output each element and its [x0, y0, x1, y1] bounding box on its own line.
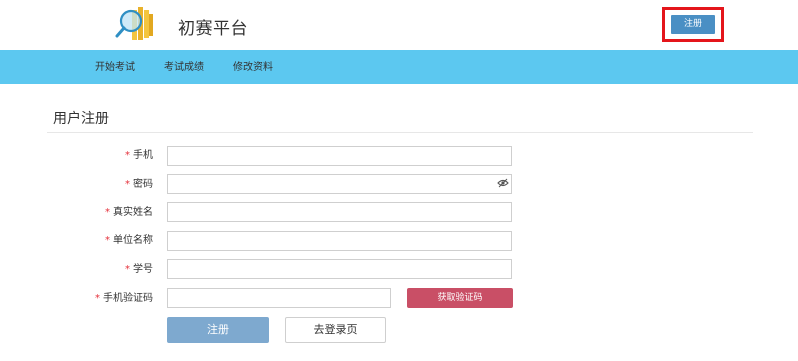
submit-register-button[interactable]: 注册	[167, 317, 269, 343]
register-top-button[interactable]: 注册	[671, 15, 715, 34]
organization-label-text: 单位名称	[113, 235, 153, 246]
required-mark: *	[125, 179, 130, 190]
phone-field[interactable]	[167, 146, 512, 166]
student-id-label: * 学号	[47, 263, 153, 277]
section-divider	[47, 132, 753, 133]
required-mark: *	[95, 293, 100, 304]
phone-label-text: 手机	[133, 150, 153, 161]
nav-item-edit-profile[interactable]: 修改资料	[233, 50, 273, 84]
phone-label: * 手机	[47, 149, 153, 163]
go-login-button[interactable]: 去登录页	[285, 317, 386, 343]
organization-label: * 单位名称	[47, 234, 153, 248]
registration-page: 初赛平台 注册 开始考试 考试成绩 修改资料 用户注册 * 手机 * 密码 * 真实姓…	[0, 0, 798, 361]
header-bar: 初赛平台 注册	[0, 0, 798, 50]
required-mark: *	[105, 235, 110, 246]
real-name-field[interactable]	[167, 202, 512, 222]
sms-code-field[interactable]	[167, 288, 391, 308]
required-mark: *	[125, 150, 130, 161]
section-title: 用户注册	[53, 111, 109, 127]
site-title: 初赛平台	[178, 19, 248, 39]
student-id-label-text: 学号	[133, 264, 153, 275]
main-nav: 开始考试 考试成绩 修改资料	[0, 50, 798, 84]
organization-field[interactable]	[167, 231, 512, 251]
books-magnifier-logo-icon	[115, 7, 153, 40]
real-name-label: * 真实姓名	[47, 206, 153, 220]
real-name-label-text: 真实姓名	[113, 207, 153, 218]
nav-item-start-exam[interactable]: 开始考试	[95, 50, 135, 84]
password-label: * 密码	[47, 178, 153, 192]
eye-toggle-icon[interactable]	[497, 178, 509, 188]
sms-code-label-text: 手机验证码	[103, 293, 153, 304]
sms-code-label: * 手机验证码	[47, 292, 153, 306]
get-code-button[interactable]: 获取验证码	[407, 288, 513, 308]
password-label-text: 密码	[133, 179, 153, 190]
nav-item-exam-results[interactable]: 考试成绩	[164, 50, 204, 84]
required-mark: *	[105, 207, 110, 218]
student-id-field[interactable]	[167, 259, 512, 279]
password-field[interactable]	[167, 174, 512, 194]
required-mark: *	[125, 264, 130, 275]
register-highlight-box: 注册	[662, 7, 724, 42]
